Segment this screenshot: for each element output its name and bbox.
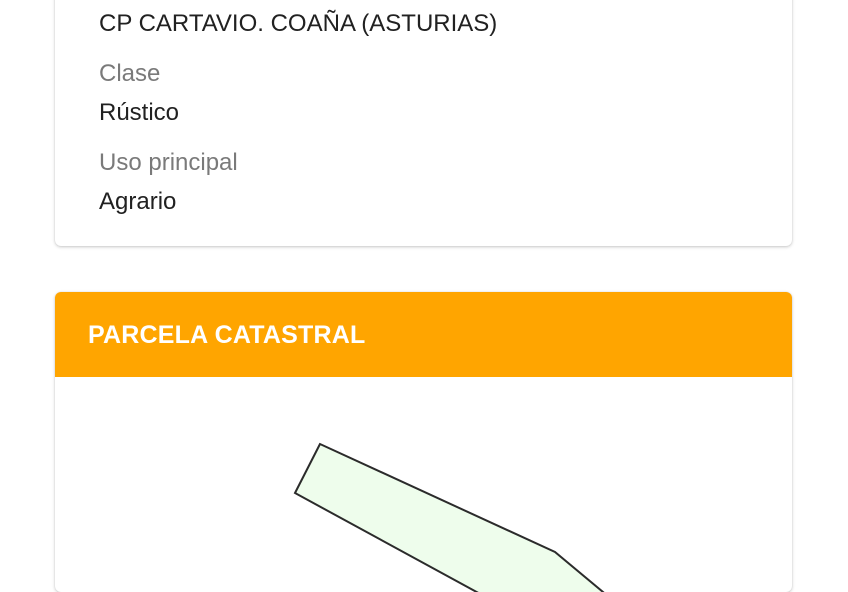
uso-principal-value: Agrario [99, 188, 177, 215]
parcel-map[interactable] [55, 377, 792, 592]
property-info-card: Lo CP CARTAVIO. COAÑA (ASTURIAS) Clase R… [55, 0, 792, 246]
clase-value: Rústico [99, 99, 180, 126]
clase-label: Clase [99, 60, 161, 87]
card-title: PARCELA CATASTRAL [88, 321, 366, 349]
parcel-map-svg [293, 442, 605, 592]
parcel-shape [293, 442, 605, 592]
parcela-catastral-card: PARCELA CATASTRAL [55, 292, 792, 592]
address-value: CP CARTAVIO. COAÑA (ASTURIAS) [99, 10, 498, 37]
card-header: PARCELA CATASTRAL [55, 292, 792, 377]
uso-principal-label: Uso principal [99, 149, 238, 176]
